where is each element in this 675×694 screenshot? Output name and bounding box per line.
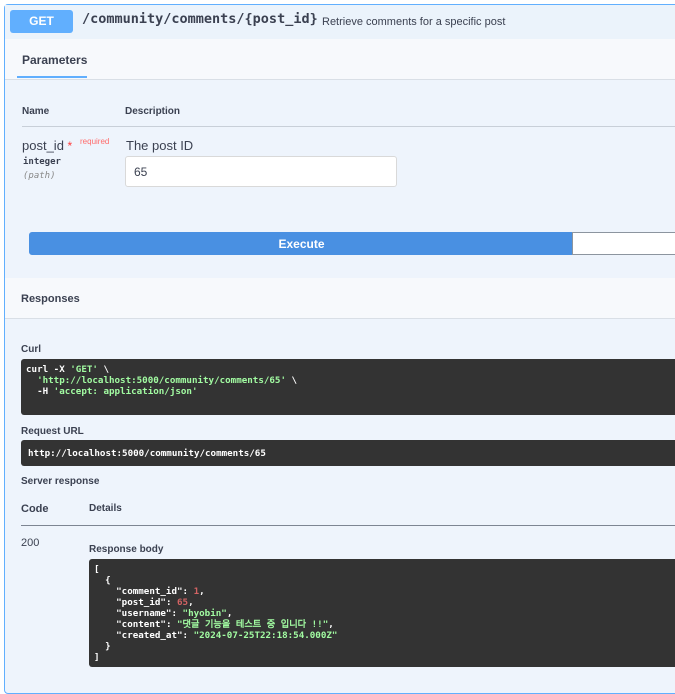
response-table-divider xyxy=(21,525,675,526)
param-type: integer xyxy=(23,157,61,167)
endpoint-description: Retrieve comments for a specific post xyxy=(322,16,506,28)
param-name: post_id * xyxy=(22,138,73,153)
response-body-block[interactable]: [ { "comment_id": 1, "post_id": 65, "use… xyxy=(89,559,675,667)
request-url-label: Request URL xyxy=(21,426,84,437)
column-header-description: Description xyxy=(125,106,181,117)
endpoint-path: /community/comments/{post_id} xyxy=(82,11,318,27)
parameters-header: Parameters xyxy=(5,39,675,80)
response-body-json: [ { "comment_id": 1, "post_id": 65, "use… xyxy=(94,564,338,663)
parameters-divider xyxy=(22,126,675,127)
required-label: required xyxy=(80,137,110,146)
post-id-input[interactable] xyxy=(125,156,397,187)
clear-button[interactable] xyxy=(572,232,675,255)
http-method-badge: GET xyxy=(10,10,73,33)
column-header-details: Details xyxy=(89,503,122,514)
curl-label: Curl xyxy=(21,344,41,355)
operation-summary[interactable]: GET /community/comments/{post_id} Retrie… xyxy=(5,5,675,40)
execute-button[interactable]: Execute xyxy=(29,232,574,255)
param-description: The post ID xyxy=(126,138,194,153)
response-body-label: Response body xyxy=(89,544,164,555)
responses-header xyxy=(5,278,675,319)
tab-active-underline xyxy=(17,76,87,78)
server-response-label: Server response xyxy=(21,476,100,487)
column-header-code: Code xyxy=(21,503,49,515)
responses-title: Responses xyxy=(21,293,80,305)
operation-block: GET /community/comments/{post_id} Retrie… xyxy=(4,4,675,694)
param-location: (path) xyxy=(23,171,56,181)
required-star: * xyxy=(67,139,73,153)
column-header-name: Name xyxy=(22,106,50,117)
curl-text: curl -X 'GET' \ 'http://localhost:5000/c… xyxy=(26,364,298,397)
response-status-code: 200 xyxy=(21,537,40,549)
curl-code-block[interactable]: curl -X 'GET' \ 'http://localhost:5000/c… xyxy=(21,359,675,415)
tab-parameters[interactable]: Parameters xyxy=(22,53,87,67)
request-url-block[interactable]: http://localhost:5000/community/comments… xyxy=(21,440,675,466)
request-url-text: http://localhost:5000/community/comments… xyxy=(28,448,266,459)
